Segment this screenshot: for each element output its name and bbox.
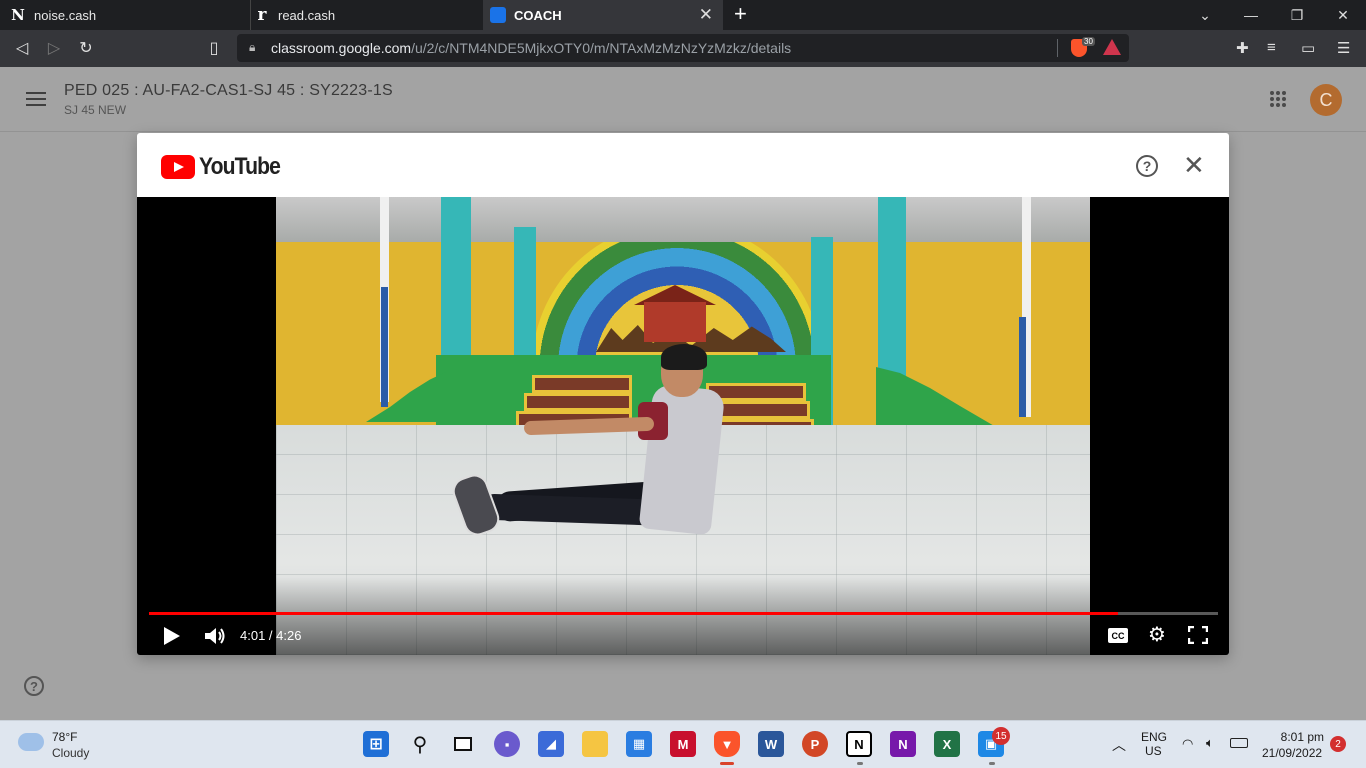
modal-close-icon[interactable]: ✕ [1183, 152, 1205, 178]
ms-store-icon[interactable]: ▦ [626, 731, 652, 757]
powerpoint-icon[interactable]: P [802, 731, 828, 757]
extensions-icon[interactable]: ✚ [1236, 39, 1249, 57]
google-apps-icon[interactable] [1270, 91, 1286, 107]
running-app-indicator [857, 762, 863, 765]
course-section: SJ 45 NEW [64, 103, 127, 117]
back-button[interactable]: ◁ [11, 37, 33, 59]
scene-bench [524, 393, 632, 411]
main-menu-icon[interactable] [26, 92, 46, 106]
fullscreen-icon[interactable] [1188, 626, 1208, 644]
scene-school [644, 302, 706, 342]
word-icon[interactable]: W [758, 731, 784, 757]
speaker-icon[interactable]: 🔈︎ [1206, 735, 1214, 751]
windows-taskbar: 78°F Cloudy ⊞ ⚲ ▪ ◢ ▦ M ▼ W P N N X ▣ 15… [0, 720, 1366, 768]
language-region: US [1145, 744, 1162, 758]
brave-rewards-icon[interactable] [1103, 39, 1121, 55]
progress-bar[interactable] [149, 612, 1218, 615]
reload-button[interactable]: ↻ [75, 37, 97, 59]
url-text[interactable]: classroom.google.com/u/2/c/NTM4NDE5MjkxO… [271, 40, 791, 56]
wallet-icon[interactable]: ▭ [1301, 39, 1315, 57]
play-icon[interactable] [164, 627, 180, 645]
tab-label: read.cash [278, 7, 336, 23]
wifi-icon[interactable]: ◠ [1182, 736, 1193, 752]
mcafee-icon[interactable]: M [670, 731, 696, 757]
weather-temperature[interactable]: 78°F [52, 730, 77, 744]
youtube-play-icon [161, 155, 195, 179]
forward-button[interactable]: ▷ [43, 37, 65, 59]
scene-ceiling [276, 197, 1090, 242]
tab-label: COACH [514, 7, 562, 23]
battery-icon[interactable] [1230, 738, 1248, 748]
clock-date[interactable]: 21/09/2022 [1262, 746, 1322, 760]
shield-count-badge: 30 [1082, 37, 1095, 46]
language-indicator[interactable]: ENG US [1141, 730, 1167, 758]
show-hidden-icons-icon[interactable]: ︿ [1112, 735, 1126, 755]
tab-coach[interactable]: COACH ✕ [483, 0, 723, 30]
tab-label: noise.cash [34, 7, 97, 23]
clock[interactable]: 8:01 pm [1270, 730, 1324, 744]
youtube-wordmark: YouTube [199, 153, 281, 180]
chat-icon[interactable]: ▪ [494, 731, 520, 757]
youtube-modal: YouTube ? ✕ 4:01 / 4:26 CC ⚙ [137, 133, 1229, 655]
scene-pipe [381, 287, 388, 407]
course-title[interactable]: PED 025 : AU-FA2-CAS1-SJ 45 : SY2223-1S [64, 82, 393, 100]
excel-icon[interactable]: X [934, 731, 960, 757]
tab-close-icon[interactable]: ✕ [699, 6, 713, 23]
notification-center-badge[interactable]: 2 [1330, 736, 1346, 752]
notification-badge: 15 [992, 727, 1010, 745]
browser-toolbar: ◁ ▷ ↻ ▯ 🔒︎ classroom.google.com/u/2/c/NT… [0, 30, 1366, 67]
bookmark-icon[interactable]: ▯ [203, 37, 225, 59]
controls-overlay [137, 577, 1229, 655]
running-app-indicator [989, 762, 995, 765]
progress-bar-fill [149, 612, 1118, 615]
window-close-button[interactable]: ✕ [1320, 0, 1366, 30]
weather-condition[interactable]: Cloudy [52, 746, 89, 760]
task-view-icon[interactable] [450, 731, 476, 757]
file-explorer-icon[interactable] [582, 731, 608, 757]
menu-icon[interactable]: ☰ [1337, 39, 1350, 57]
lock-icon: 🔒︎ [249, 40, 256, 54]
scene-pipe [1019, 317, 1026, 417]
browser-tab-strip: N noise.cash r read.cash COACH ✕ + ⌄ — ❐… [0, 0, 1366, 30]
brave-icon[interactable]: ▼ [714, 731, 740, 757]
restore-button[interactable]: ❐ [1274, 0, 1320, 30]
vscode-icon[interactable]: ◢ [538, 731, 564, 757]
new-tab-button[interactable]: + [734, 3, 747, 25]
settings-gear-icon[interactable]: ⚙ [1148, 625, 1166, 645]
tab-read-cash[interactable]: r read.cash [250, 0, 480, 30]
media-control-icon[interactable]: ≡ [1267, 39, 1276, 56]
read-cash-icon: r [257, 5, 267, 25]
modal-help-icon[interactable]: ? [1136, 155, 1158, 177]
windows-start-icon[interactable]: ⊞ [363, 731, 389, 757]
video-player[interactable]: 4:01 / 4:26 CC ⚙ [137, 197, 1229, 655]
clock-time: 8:01 pm [1280, 730, 1324, 744]
time-display: 4:01 / 4:26 [240, 628, 302, 643]
minimize-button[interactable]: — [1228, 0, 1274, 30]
scene-bench [532, 375, 632, 393]
divider [1057, 39, 1058, 57]
avatar[interactable]: C [1310, 84, 1342, 116]
youtube-logo[interactable]: YouTube [161, 153, 291, 181]
address-bar[interactable]: 🔒︎ classroom.google.com/u/2/c/NTM4NDE5Mj… [237, 34, 1129, 62]
active-app-indicator [720, 762, 734, 765]
language-code: ENG [1141, 730, 1168, 744]
weather-cloud-icon[interactable] [18, 733, 44, 751]
tab-search-icon[interactable]: ⌄ [1182, 0, 1228, 30]
help-icon[interactable]: ? [24, 676, 44, 696]
google-classroom-icon [490, 7, 506, 23]
search-icon[interactable]: ⚲ [407, 731, 433, 757]
scene-bench [710, 401, 810, 419]
notion-icon[interactable]: N [846, 731, 872, 757]
captions-icon[interactable]: CC [1108, 628, 1128, 643]
classroom-header: PED 025 : AU-FA2-CAS1-SJ 45 : SY2223-1S … [0, 67, 1366, 132]
volume-icon[interactable] [203, 626, 227, 646]
onenote-icon[interactable]: N [890, 731, 916, 757]
scene-person-hair [661, 344, 707, 370]
noise-cash-icon: N [11, 6, 25, 24]
tab-noise-cash[interactable]: N noise.cash [10, 0, 242, 30]
